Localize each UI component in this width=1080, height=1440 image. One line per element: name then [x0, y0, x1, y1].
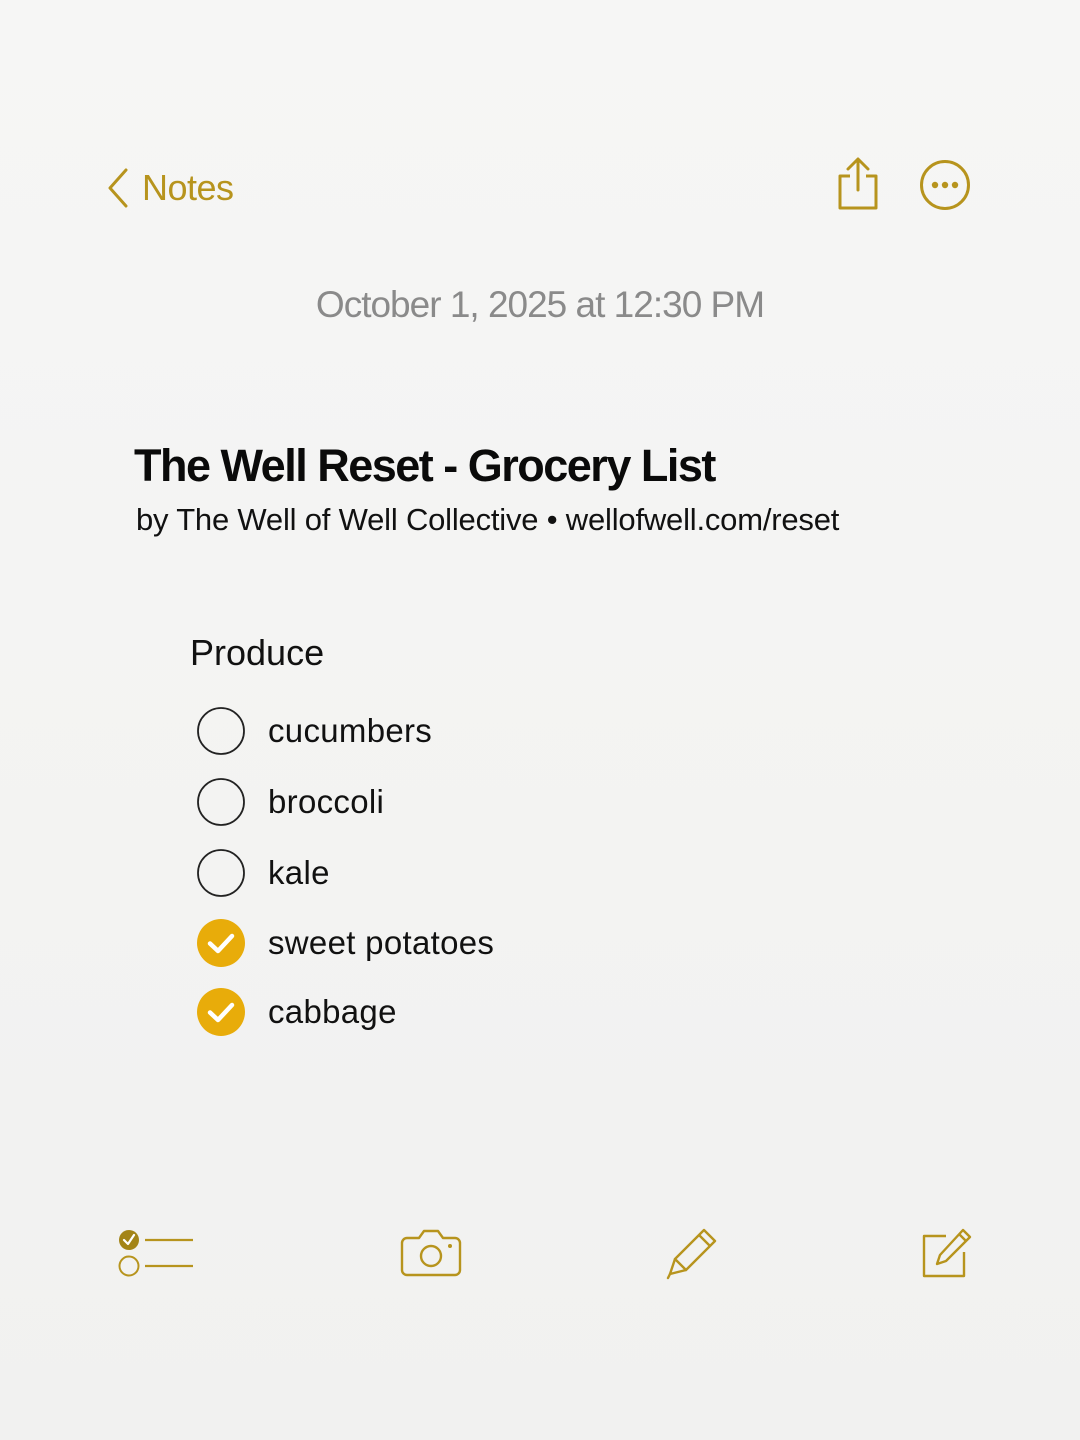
checkbox-unchecked[interactable] [196, 848, 246, 898]
note-byline[interactable]: by The Well of Well Collective • wellofw… [136, 502, 839, 538]
empty-circle-icon [197, 849, 245, 897]
compose-button[interactable] [920, 1226, 974, 1280]
empty-circle-icon [197, 707, 245, 755]
markup-button[interactable] [664, 1226, 720, 1282]
note-title[interactable]: The Well Reset - Grocery List [134, 440, 716, 492]
checkbox-checked[interactable] [196, 987, 246, 1037]
camera-icon [400, 1229, 462, 1277]
checkbox-unchecked[interactable] [196, 706, 246, 756]
checklist-item[interactable]: kale [196, 847, 796, 899]
item-label[interactable]: kale [268, 854, 330, 892]
checklist-item[interactable]: cucumbers [196, 705, 796, 757]
share-button[interactable] [834, 156, 882, 212]
note-timestamp: October 1, 2025 at 12:30 PM [315, 284, 765, 325]
item-label[interactable]: cabbage [268, 993, 397, 1031]
checkbox-checked[interactable] [196, 918, 246, 968]
checklist-item[interactable]: cabbage [196, 986, 796, 1038]
item-label[interactable]: cucumbers [268, 712, 432, 750]
item-label[interactable]: sweet potatoes [268, 924, 494, 962]
more-ellipsis-icon [920, 160, 970, 210]
note-page: Notes October 1, 2025 at 12:30 PM The We… [0, 0, 1080, 1440]
checkmark-circle-icon [197, 919, 245, 967]
back-to-notes-button[interactable]: Notes [106, 164, 234, 212]
checklist-button[interactable] [116, 1228, 196, 1280]
empty-circle-icon [197, 778, 245, 826]
checklist-item[interactable]: sweet potatoes [196, 917, 796, 969]
compose-icon [922, 1228, 972, 1278]
back-label: Notes [142, 167, 234, 208]
checkbox-unchecked[interactable] [196, 777, 246, 827]
item-label[interactable]: broccoli [268, 783, 384, 821]
chevron-left-icon [108, 168, 128, 208]
checklist-icon [118, 1230, 193, 1277]
share-icon [838, 157, 878, 210]
checklist-item[interactable]: broccoli [196, 776, 796, 828]
section-heading[interactable]: Produce [190, 632, 324, 674]
checkmark-circle-icon [197, 988, 245, 1036]
more-options-button[interactable] [918, 158, 972, 212]
camera-button[interactable] [399, 1226, 463, 1278]
markup-pen-icon [666, 1228, 717, 1280]
